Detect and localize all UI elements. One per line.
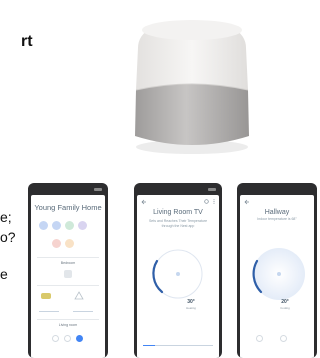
power-button[interactable] (64, 335, 71, 342)
phone-screen: Hallway Indoor temperature is 68° 20° Co… (240, 195, 314, 358)
minus-button[interactable] (52, 335, 59, 342)
speaker-device-icon[interactable] (61, 269, 75, 279)
room-title: Hallway (264, 209, 290, 216)
temperature-slider-fill (143, 345, 155, 346)
device-shortcut-icon[interactable] (52, 239, 61, 248)
phone-hallway: Hallway Indoor temperature is 68° 20° Co… (237, 183, 317, 358)
cropped-heading: rt (21, 33, 33, 50)
divider (37, 285, 99, 286)
temperature-value: 30° (187, 299, 195, 305)
room-section-label: Living room (58, 323, 78, 327)
light-device-icon[interactable] (73, 291, 85, 301)
divider (37, 319, 99, 320)
back-arrow-icon[interactable] (141, 199, 147, 205)
room-section-label: Bedroom (60, 261, 76, 265)
phone-living-room: Living Room TV Sets and Reaches Their Te… (134, 183, 222, 358)
camera-device-icon[interactable] (40, 291, 52, 301)
status-bar (134, 186, 222, 193)
thermostat-dial[interactable] (151, 241, 205, 307)
room-title: Living Room TV (153, 209, 203, 216)
room-subtitle: Indoor temperature is 68° (257, 217, 297, 221)
minus-button[interactable] (256, 335, 263, 342)
more-options-icon[interactable] (212, 199, 216, 204)
battery-icon (208, 188, 216, 191)
home-title: Young Family Home (34, 203, 102, 212)
device-shortcut-icon[interactable] (39, 221, 48, 230)
temperature-mode: Cooling (280, 306, 290, 310)
device-shortcut-icon[interactable] (52, 221, 61, 230)
cropped-text-line: e; (0, 209, 12, 225)
cropped-text-line: e (0, 266, 8, 282)
device-shortcut-icon[interactable] (65, 239, 74, 248)
device-shortcut-icon[interactable] (78, 221, 87, 230)
volume-slider[interactable] (39, 311, 59, 312)
phone-screen: Living Room TV Sets and Reaches Their Te… (137, 195, 219, 358)
temperature-value: 20° (281, 299, 289, 305)
room-subtitle: Sets and Reaches Their Temperature throu… (148, 219, 208, 228)
plus-button[interactable] (280, 335, 287, 342)
plus-button[interactable] (76, 335, 83, 342)
back-arrow-icon[interactable] (244, 199, 250, 205)
settings-icon[interactable] (204, 199, 209, 204)
battery-icon (94, 188, 102, 191)
smart-speaker-image (135, 20, 249, 154)
status-bar (28, 186, 108, 193)
cropped-text-line: o? (0, 229, 16, 245)
phone-screen: Young Family Home Bedroom Living room (31, 195, 105, 358)
phone-home-overview: Young Family Home Bedroom Living room (28, 183, 108, 358)
brightness-slider[interactable] (73, 311, 93, 312)
divider (37, 257, 99, 258)
device-shortcut-icon[interactable] (65, 221, 74, 230)
status-bar (237, 186, 317, 193)
temperature-mode: Heating (186, 306, 196, 310)
